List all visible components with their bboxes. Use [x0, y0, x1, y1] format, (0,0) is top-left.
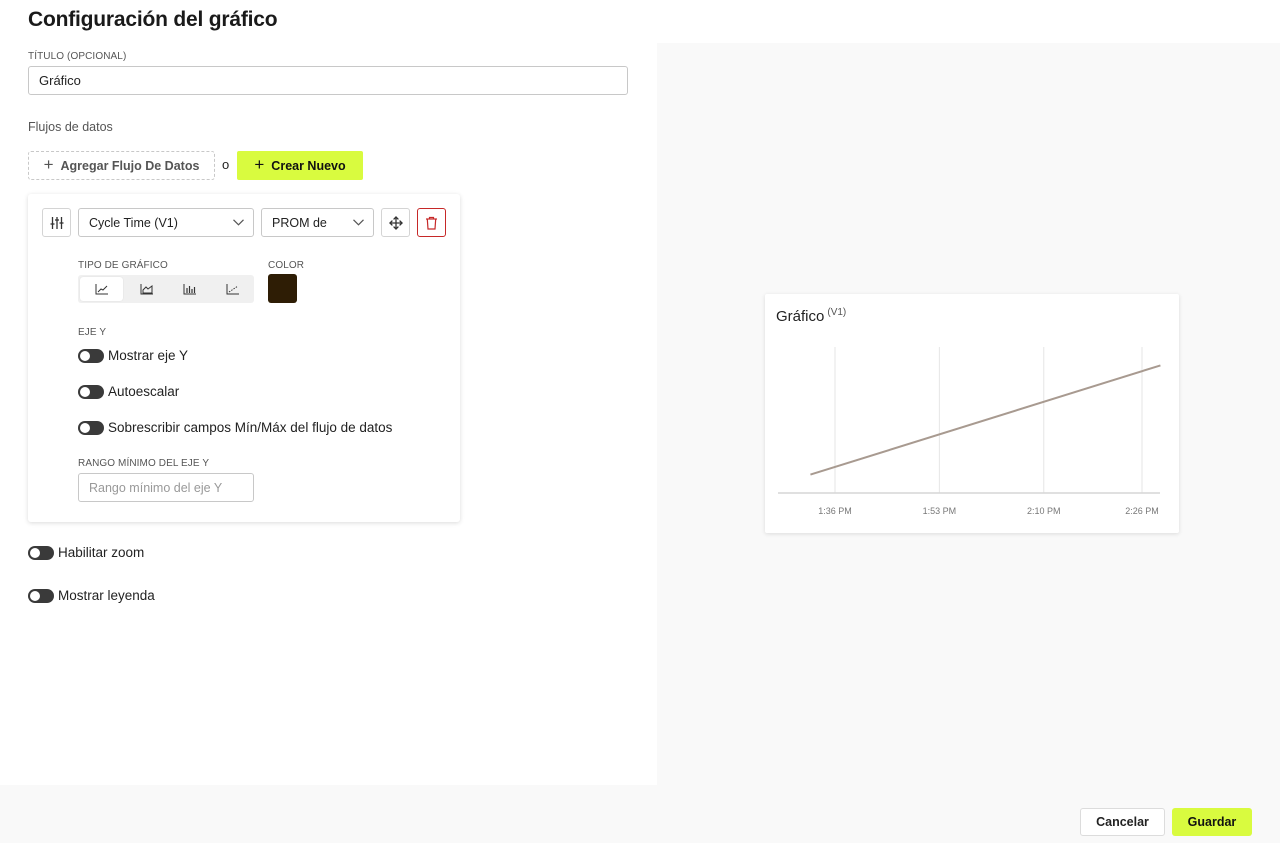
show-legend-label: Mostrar leyenda [58, 588, 155, 603]
show-y-axis-toggle[interactable] [78, 348, 104, 363]
add-data-stream-label: Agregar Flujo De Datos [60, 158, 200, 173]
line-chart-icon [95, 284, 108, 295]
create-new-button[interactable]: + Crear Nuevo [237, 151, 363, 180]
title-input[interactable] [28, 66, 628, 95]
x-tick-label: 2:26 PM [1125, 506, 1159, 516]
autoscale-label: Autoescalar [108, 384, 180, 399]
stream-settings-button[interactable] [42, 208, 71, 237]
enable-zoom-row: Habilitar zoom [28, 545, 144, 560]
chart-preview-card: Gráfico (V1) 1:36 PM 1:53 PM 2:10 PM 2:26 PM [765, 294, 1179, 533]
chevron-down-icon [233, 219, 244, 226]
y-axis-label: EJE Y [78, 327, 107, 338]
override-minmax-label: Sobrescribir campos Mín/Máx del flujo de… [108, 420, 393, 435]
x-tick-label: 1:53 PM [923, 506, 957, 516]
aggregation-select-value: PROM de [272, 215, 327, 230]
plus-icon: + [254, 155, 265, 174]
x-tick-label: 1:36 PM [818, 506, 852, 516]
x-tick-label: 2:10 PM [1027, 506, 1061, 516]
plus-icon: + [43, 155, 54, 174]
create-new-label: Crear Nuevo [271, 158, 346, 173]
move-icon [388, 215, 403, 230]
chart-type-scatter-button[interactable] [211, 275, 254, 303]
autoscale-row: Autoescalar [78, 384, 179, 399]
aggregation-select[interactable]: PROM de [261, 208, 374, 237]
trash-icon [426, 216, 437, 230]
title-field-label: TÍTULO (OPCIONAL) [28, 51, 127, 62]
show-legend-row: Mostrar leyenda [28, 588, 155, 603]
scatter-chart-icon [226, 284, 239, 295]
data-stream-select-value: Cycle Time (V1) [89, 215, 178, 230]
y-min-input[interactable] [78, 473, 254, 502]
series-line [810, 364, 1161, 476]
color-swatch[interactable] [268, 274, 297, 303]
show-legend-toggle[interactable] [28, 588, 54, 603]
chart-type-bar-button[interactable] [168, 275, 211, 303]
override-minmax-row: Sobrescribir campos Mín/Máx del flujo de… [78, 420, 392, 435]
or-separator: o [222, 157, 230, 172]
color-label: COLOR [268, 260, 305, 271]
y-min-label: RANGO MÍNIMO DEL EJE Y [78, 458, 210, 469]
show-y-axis-row: Mostrar eje Y [78, 348, 188, 363]
show-y-axis-label: Mostrar eje Y [108, 348, 189, 363]
data-stream-card: Cycle Time (V1) PROM de TIPO DE GRÁFICO … [28, 194, 460, 522]
chevron-down-icon [353, 219, 364, 226]
enable-zoom-label: Habilitar zoom [58, 545, 145, 560]
chart-type-label: TIPO DE GRÁFICO [78, 260, 168, 271]
cancel-button[interactable]: Cancelar [1080, 808, 1165, 836]
area-chart-icon [140, 284, 153, 295]
chart-type-selector [78, 275, 254, 303]
add-data-stream-button[interactable]: + Agregar Flujo De Datos [28, 151, 215, 180]
chart-type-line-button[interactable] [80, 277, 123, 301]
save-button[interactable]: Guardar [1172, 808, 1252, 836]
chart-config-page: Configuración del gráfico TÍTULO (OPCION… [0, 0, 1280, 843]
bar-chart-icon [183, 284, 196, 295]
override-minmax-toggle[interactable] [78, 420, 104, 435]
data-stream-select[interactable]: Cycle Time (V1) [78, 208, 254, 237]
delete-stream-button[interactable] [417, 208, 446, 237]
chart-type-area-button[interactable] [125, 275, 168, 303]
enable-zoom-toggle[interactable] [28, 545, 54, 560]
data-streams-label: Flujos de datos [28, 120, 113, 134]
sliders-icon [50, 216, 63, 229]
page-title: Configuración del gráfico [28, 8, 278, 31]
preview-chart: 1:36 PM 1:53 PM 2:10 PM 2:26 PM [778, 347, 1161, 516]
autoscale-toggle[interactable] [78, 384, 104, 399]
move-stream-button[interactable] [381, 208, 410, 237]
